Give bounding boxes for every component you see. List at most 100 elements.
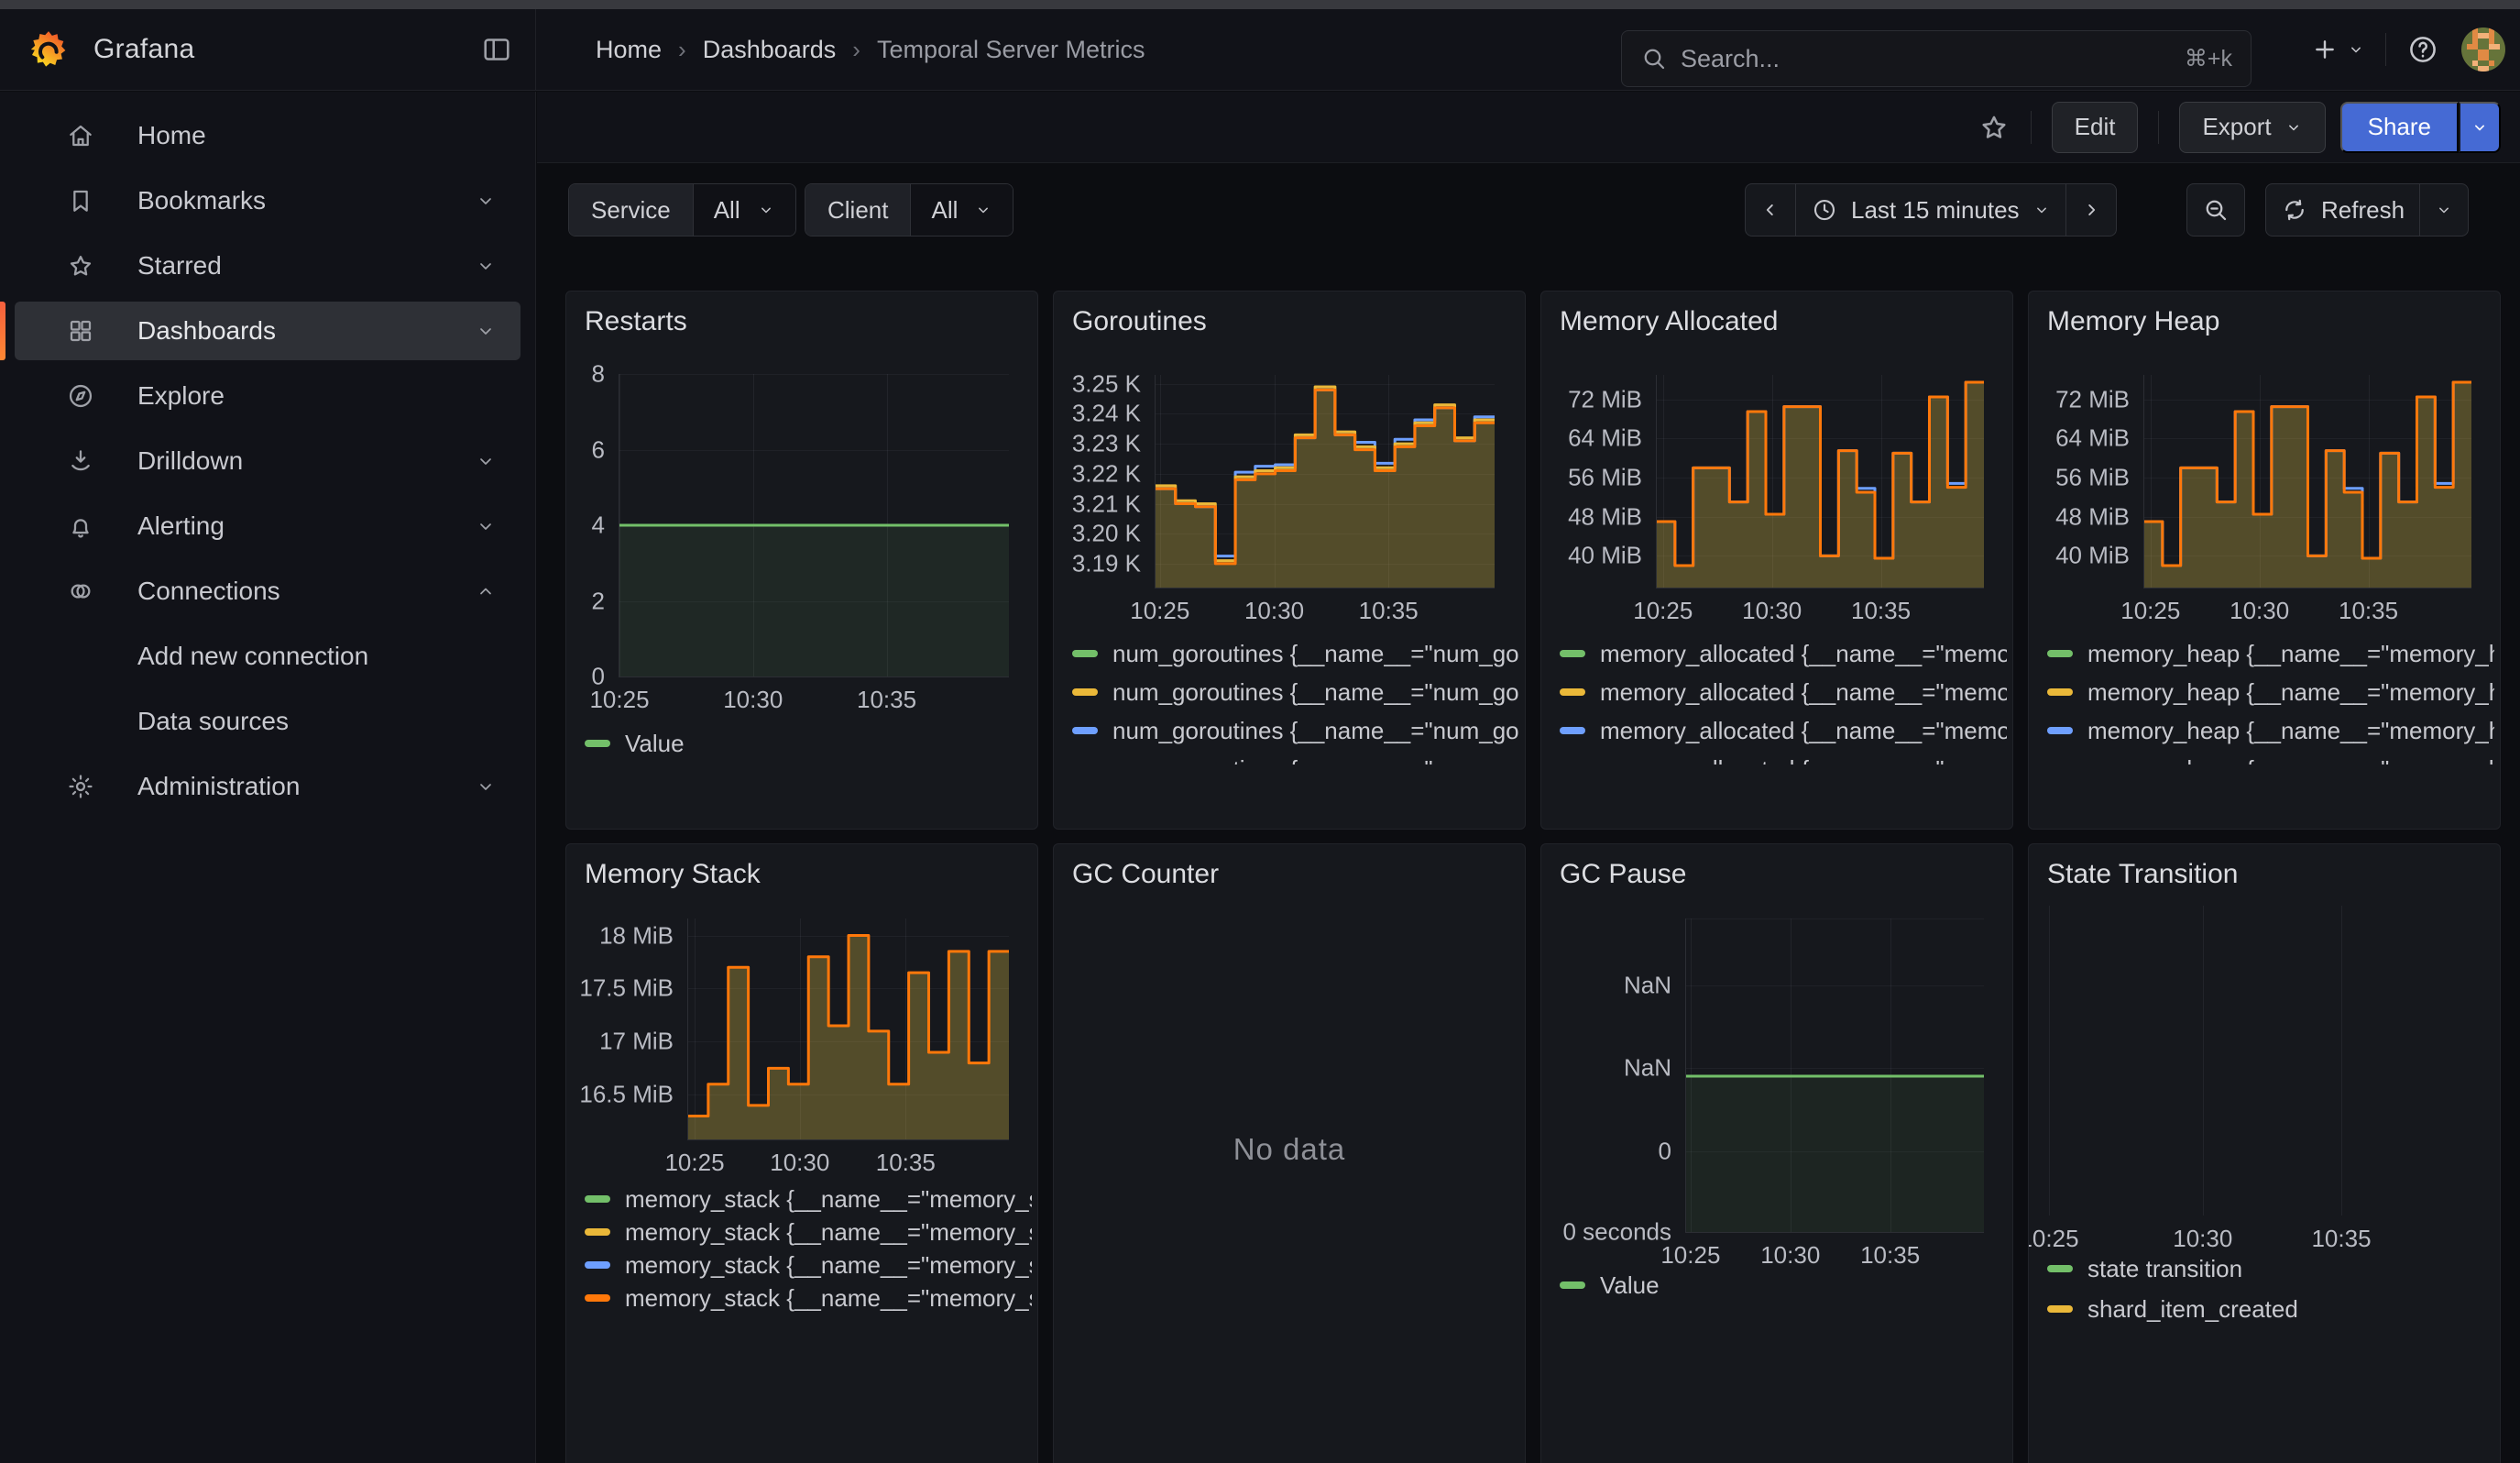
legend-dash [2047,727,2073,734]
edit-button[interactable]: Edit [2052,102,2139,153]
chevron-down-icon[interactable] [475,515,497,537]
legend-item[interactable]: Value [1560,1271,2007,1299]
legend-dash [1560,650,1585,657]
time-range-label: Last 15 minutes [1851,196,2020,225]
search-input[interactable] [1681,45,2172,73]
time-range-picker[interactable]: Last 15 minutes [1795,184,2065,236]
filter-value[interactable]: All [910,184,1013,236]
x-axis-label: 10:30 [1244,597,1304,625]
legend-dash [1560,727,1585,734]
breadcrumb-home[interactable]: Home [596,36,662,64]
panel-stack: Memory Stack 18 MiB17.5 MiB17 MiB16.5 MiB… [565,843,1038,1463]
legend-item[interactable]: memory_heap {__name__="memory_h [2047,755,2494,764]
favorite-star-icon[interactable] [1978,111,2011,144]
legend-label: num_goroutines {__name__="num_go [1112,678,1519,706]
legend-dash [1072,650,1098,657]
sidebar-item-bookmarks[interactable]: Bookmarks [15,171,520,230]
grafana-logo-icon[interactable] [27,28,70,71]
x-axis-label: 10:35 [1359,597,1419,625]
panel-title[interactable]: GC Pause [1560,859,1686,890]
legend-item[interactable]: num_goroutines {__name__="num_go [1072,755,1519,764]
time-shift-forward-button[interactable] [2065,184,2116,236]
sidebar-item-drilldown[interactable]: Drilldown [15,432,520,490]
legend-item[interactable]: memory_stack {__name__="memory_s [585,1185,1032,1213]
chevron-down-icon[interactable] [475,776,497,798]
chevron-down-icon[interactable] [475,190,497,212]
legend-item[interactable]: memory_heap {__name__="memory_h [2047,678,2494,706]
sidebar-item-explore[interactable]: Explore [15,367,520,425]
panel-title[interactable]: GC Counter [1072,859,1219,890]
legend-item[interactable]: num_goroutines {__name__="num_go [1072,678,1519,706]
legend-item[interactable]: memory_heap {__name__="memory_h [2047,640,2494,667]
service-filter[interactable]: Service All [568,183,796,236]
panel-title[interactable]: Memory Heap [2047,306,2219,337]
new-button[interactable] [2310,35,2365,64]
panel-title[interactable]: Memory Stack [585,859,761,890]
sidebar-item-connections[interactable]: Connections [15,562,520,621]
share-button[interactable]: Share [2340,102,2459,153]
top-nav-bar: Grafana Home › Dashboards › Temporal Ser… [0,9,2520,91]
panel-title[interactable]: Goroutines [1072,306,1207,337]
search-box[interactable]: ⌘+k [1621,30,2252,87]
x-axis-label: 10:30 [770,1149,829,1177]
sidebar-item-alerting[interactable]: Alerting [15,497,520,556]
legend-item[interactable]: memory_heap {__name__="memory_h [2047,717,2494,744]
chevron-down-icon[interactable] [475,320,497,342]
sidebar-item-label: Bookmarks [137,186,266,215]
legend-item[interactable]: Value [585,730,1032,757]
legend-item[interactable]: memory_allocated {__name__="memo [1560,717,2007,744]
sidebar-item-add-new-connection[interactable]: Add new connection [15,627,520,686]
plot-area[interactable]: 72 MiB64 MiB56 MiB48 MiB40 MiB10:2510:30… [2143,375,2471,588]
chevron-down-icon[interactable] [475,450,497,472]
y-axis-label: 18 MiB [599,921,674,950]
plot-area[interactable]: 18 MiB17.5 MiB17 MiB16.5 MiB10:2510:3010… [687,918,1009,1140]
legend-label: num_goroutines {__name__="num_go [1112,717,1519,744]
panel-title[interactable]: Restarts [585,306,687,337]
filter-value[interactable]: All [693,184,795,236]
refresh-button[interactable]: Refresh [2266,184,2419,236]
legend-item[interactable]: num_goroutines {__name__="num_go [1072,640,1519,667]
drilldown-icon [66,446,95,476]
sidebar-item-starred[interactable]: Starred [15,236,520,295]
y-axis-label: 48 MiB [1568,502,1642,531]
plot-area[interactable]: 8642010:2510:3010:35 [619,374,1009,677]
y-axis-label: 64 MiB [2055,424,2130,453]
panel-title[interactable]: State Transition [2047,859,2238,890]
legend-item[interactable]: state transition [2047,1255,2494,1282]
sidebar-item-home[interactable]: Home [15,106,520,165]
plot-area[interactable]: 10:2510:3010:35 [2049,906,2471,1216]
divider [2158,111,2159,144]
sidebar-item-administration[interactable]: Administration [15,757,520,816]
plot-area[interactable]: NaNNaN00 seconds10:2510:3010:35 [1685,918,1984,1233]
plot-area[interactable]: 72 MiB64 MiB56 MiB48 MiB40 MiB10:2510:30… [1656,375,1984,588]
sidebar-item-dashboards[interactable]: Dashboards [15,302,520,360]
legend-item[interactable]: num_goroutines {__name__="num_go [1072,717,1519,744]
chevron-down-icon[interactable] [475,255,497,277]
legend-item[interactable]: memory_stack {__name__="memory_s [585,1251,1032,1279]
zoom-out-button[interactable] [2186,183,2245,236]
sidebar-toggle-icon[interactable] [480,33,513,66]
chevron-down-icon [757,201,775,219]
panel-title[interactable]: Memory Allocated [1560,306,1778,337]
time-shift-back-button[interactable] [1746,184,1795,236]
legend-item[interactable]: memory_allocated {__name__="memo [1560,640,2007,667]
legend-item[interactable]: memory_stack {__name__="memory_s [585,1218,1032,1246]
legend-item[interactable]: memory_stack {__name__="memory_s [585,1284,1032,1312]
plot-area[interactable]: 3.25 K3.24 K3.23 K3.22 K3.21 K3.20 K3.19… [1155,375,1495,588]
avatar[interactable] [2461,28,2505,72]
chevron-up-icon[interactable] [475,580,497,602]
legend-item[interactable]: shard_item_created [2047,1295,2494,1323]
breadcrumb-dashboards[interactable]: Dashboards [703,36,837,64]
dashboard-content: Service All Client All L [537,163,2520,1463]
legend-item[interactable]: memory_allocated {__name__="memo [1560,678,2007,706]
legend-item[interactable]: memory_allocated {__name__="memo [1560,755,2007,764]
client-filter[interactable]: Client All [805,183,1013,236]
sidebar-nav: Home Bookmarks Starred Dashboards Explore Dri… [0,106,535,816]
help-button[interactable] [2406,33,2439,66]
plus-icon [2310,35,2339,64]
sidebar-item-data-sources[interactable]: Data sources [15,692,520,751]
y-axis-label: 48 MiB [2055,502,2130,531]
export-button[interactable]: Export [2179,102,2325,153]
share-dropdown-button[interactable] [2459,102,2501,153]
refresh-interval-dropdown[interactable] [2419,184,2468,236]
